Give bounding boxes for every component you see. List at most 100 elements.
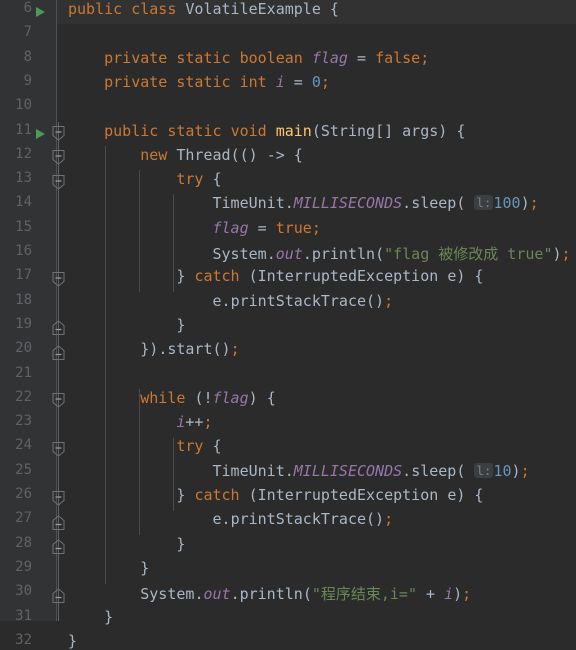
- token-keyword: void: [230, 121, 267, 140]
- code-line[interactable]: while (!flag) {: [68, 388, 276, 407]
- token-field-flag: flag: [212, 218, 249, 237]
- token-method-printstacktrace: printStackTrace: [230, 510, 367, 529]
- code-editor[interactable]: 6 7 8 9 10 11 12 13 14 15 16 17 18 19 20…: [0, 0, 576, 650]
- token-semicolon: ;: [529, 194, 539, 213]
- token-paren: (: [302, 585, 312, 604]
- token-operator: =: [293, 72, 303, 91]
- token-var-e: e: [447, 267, 457, 286]
- token-type-exception: InterruptedException: [257, 267, 439, 286]
- token-paren: ): [248, 388, 258, 407]
- token-type-thread: Thread: [176, 145, 231, 164]
- code-content[interactable]: public class VolatileExample { private s…: [0, 0, 576, 650]
- inlay-param-hint[interactable]: l:: [474, 195, 494, 211]
- token-brace: }: [176, 486, 186, 504]
- token-dot: .: [221, 291, 231, 310]
- code-line[interactable]: } catch (InterruptedException e) {: [68, 267, 483, 285]
- token-semicolon: ;: [384, 291, 394, 310]
- code-line[interactable]: private static boolean flag = false;: [68, 49, 429, 67]
- token-brace: {: [266, 388, 276, 407]
- token-keyword: catch: [194, 267, 240, 286]
- code-line[interactable]: System.out.println("程序结束,i=" + i);: [68, 583, 471, 604]
- token-operator-not: !: [203, 388, 213, 407]
- token-method-sleep: sleep: [411, 194, 457, 213]
- token-paren: ((): [230, 145, 258, 164]
- token-paren: ): [520, 194, 530, 213]
- token-type-exception: InterruptedException: [257, 486, 439, 504]
- inlay-param-hint[interactable]: l:: [474, 462, 494, 478]
- token-paren: (): [366, 291, 385, 310]
- token-field-out: out: [275, 245, 303, 263]
- token-type-string: String: [320, 121, 376, 140]
- token-method-sleep: sleep: [411, 461, 457, 480]
- code-line[interactable]: }: [68, 608, 113, 626]
- token-paren: ): [456, 267, 466, 286]
- code-line[interactable]: }: [68, 632, 77, 650]
- token-keyword: int: [239, 72, 267, 91]
- token-keyword: boolean: [239, 48, 303, 67]
- code-line[interactable]: }: [68, 535, 185, 553]
- token-field-out: out: [203, 585, 231, 604]
- code-line[interactable]: TimeUnit.MILLISECONDS.sleep( l: 10);: [68, 462, 530, 480]
- code-line[interactable]: new Thread(() -> {: [68, 146, 303, 164]
- token-brace: }: [176, 534, 186, 553]
- token-paren: (: [248, 486, 258, 504]
- code-line[interactable]: public class VolatileExample {: [68, 0, 339, 18]
- token-dot: .: [284, 461, 294, 480]
- code-line[interactable]: i++;: [68, 413, 212, 431]
- string-value: 程序结束,i=: [320, 585, 408, 604]
- code-line[interactable]: }: [68, 559, 149, 577]
- token-paren: ): [453, 585, 463, 604]
- token-lambda-arrow: ->: [266, 145, 285, 164]
- token-brace: }: [176, 267, 186, 286]
- code-line[interactable]: try {: [68, 437, 222, 456]
- token-keyword: private: [104, 72, 168, 91]
- token-type-timeunit: TimeUnit: [212, 194, 285, 213]
- token-paren: (: [456, 194, 466, 213]
- code-line[interactable]: }).start();: [68, 340, 240, 359]
- token-constant-milliseconds: MILLISECONDS: [293, 194, 403, 213]
- code-line[interactable]: }: [68, 316, 185, 334]
- code-line[interactable]: private static int i = 0;: [68, 73, 330, 91]
- token-operator: =: [357, 48, 367, 67]
- token-paren: (: [375, 245, 385, 263]
- token-number: 100: [493, 194, 521, 213]
- token-paren: (: [248, 267, 258, 286]
- token-brace: }): [140, 340, 159, 359]
- token-semicolon: ;: [320, 72, 330, 91]
- token-var-e: e: [212, 510, 222, 529]
- token-dot: .: [230, 585, 240, 604]
- line-number: 32: [15, 631, 32, 648]
- token-brace: }: [176, 315, 186, 334]
- token-semicolon: ;: [420, 48, 430, 67]
- token-number: 10: [493, 461, 512, 480]
- token-semicolon: ;: [520, 461, 530, 480]
- code-line[interactable]: public static void main(String[] args) {: [68, 122, 465, 140]
- token-method-start: start: [167, 340, 213, 359]
- string-value: flag 被修改成 true: [393, 245, 544, 263]
- token-semicolon: ;: [230, 340, 240, 359]
- token-dot: .: [402, 461, 412, 480]
- token-method-printstacktrace: printStackTrace: [230, 291, 367, 310]
- code-line[interactable]: e.printStackTrace();: [68, 510, 394, 529]
- token-var-e: e: [447, 486, 457, 504]
- token-type-timeunit: TimeUnit: [212, 461, 285, 480]
- token-brackets: []: [375, 121, 394, 140]
- token-keyword: static: [176, 48, 231, 67]
- code-line[interactable]: flag = true;: [68, 219, 321, 237]
- code-line[interactable]: TimeUnit.MILLISECONDS.sleep( l: 100);: [68, 194, 539, 212]
- token-semicolon: ;: [561, 245, 571, 263]
- token-keyword: while: [140, 388, 186, 407]
- token-number: 0: [311, 72, 321, 91]
- token-string-literal: "flag 被修改成 true": [384, 245, 553, 263]
- token-keyword: try: [176, 437, 204, 456]
- code-line[interactable]: try {: [68, 170, 221, 189]
- token-param-args: args: [402, 121, 439, 140]
- token-brace: {: [212, 437, 222, 456]
- code-line[interactable]: } catch (InterruptedException e) {: [68, 486, 483, 504]
- token-keyword: static: [176, 72, 231, 91]
- token-keyword: try: [176, 170, 204, 189]
- token-brace: }: [104, 607, 114, 626]
- code-line[interactable]: e.printStackTrace();: [68, 291, 394, 310]
- token-brace: {: [329, 0, 339, 18]
- code-line[interactable]: System.out.println("flag 被修改成 true");: [68, 243, 571, 264]
